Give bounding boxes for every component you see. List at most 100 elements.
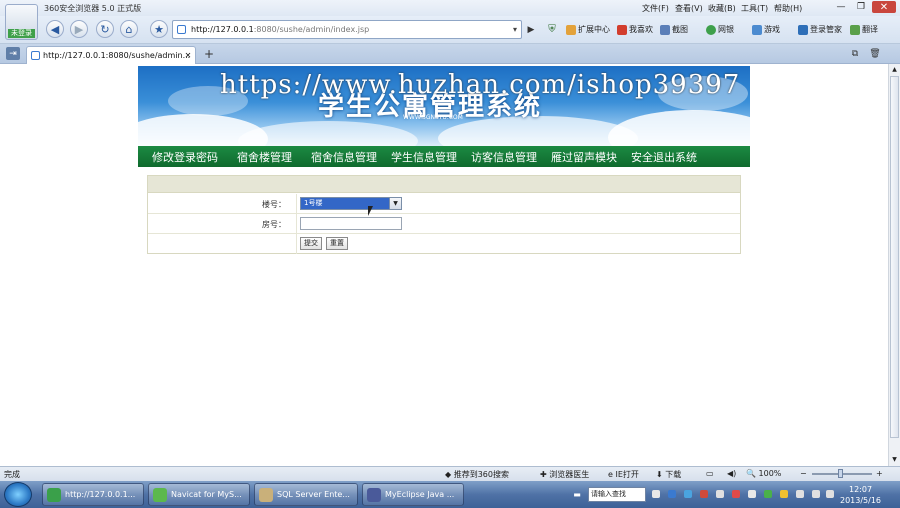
- tray-icon-6[interactable]: [732, 490, 740, 498]
- tab-label: http://127.0.0.1:8080/sushe/admin...: [43, 51, 191, 60]
- tray-icon-8[interactable]: [764, 490, 772, 498]
- toolbar-screenshot[interactable]: 截图: [660, 24, 688, 35]
- tray-icon-1[interactable]: [652, 490, 660, 498]
- close-tab-icon[interactable]: ✕: [183, 50, 193, 60]
- heart-icon: [617, 24, 627, 35]
- navicat-icon: [153, 487, 167, 502]
- menu-tools[interactable]: 工具(T): [741, 3, 768, 14]
- toolbar-bank[interactable]: 网银: [706, 24, 734, 35]
- submit-button[interactable]: 提交: [300, 237, 322, 250]
- shield-icon[interactable]: ⛨: [544, 21, 560, 38]
- address-text: http://127.0.0.1:8080/sushe/admin/index.…: [191, 25, 370, 34]
- scroll-thumb[interactable]: [890, 76, 899, 438]
- forward-icon[interactable]: ▶: [70, 20, 88, 38]
- new-tab-icon[interactable]: +: [202, 47, 216, 61]
- nav-building-management[interactable]: 宿舍楼管理: [225, 149, 299, 165]
- tray-icon-5[interactable]: [716, 490, 724, 498]
- toolbar-games[interactable]: 游戏: [752, 24, 780, 35]
- nav-change-password[interactable]: 修改登录密码: [138, 149, 225, 165]
- address-dropdown-icon[interactable]: ▾: [509, 23, 521, 36]
- menu-help[interactable]: 帮助(H): [774, 3, 802, 14]
- flag-icon[interactable]: [812, 490, 820, 498]
- tray-search-input[interactable]: 请输入查找: [588, 487, 646, 502]
- task-sql-server[interactable]: SQL Server Ente...: [254, 483, 358, 506]
- scroll-down-icon[interactable]: ▼: [889, 454, 900, 464]
- status-browser-doctor[interactable]: ✚ 浏览器医生: [540, 469, 589, 480]
- nav-message-board[interactable]: 雁过留声模块: [544, 149, 624, 165]
- chevron-down-icon[interactable]: ▼: [389, 198, 401, 209]
- menu-favorites[interactable]: 收藏(B): [708, 3, 736, 14]
- translate-icon: [850, 24, 860, 35]
- zoom-out-icon[interactable]: −: [800, 469, 807, 478]
- room-form: 楼号： 1号楼 ▼ 房号： 提交 重置: [147, 175, 741, 254]
- tray-icon-2[interactable]: [668, 490, 676, 498]
- keyboard-icon[interactable]: ▬: [572, 489, 582, 499]
- status-volume-icon[interactable]: ◀): [727, 469, 736, 478]
- back-icon[interactable]: ◀: [46, 20, 64, 38]
- sql-server-icon: [259, 487, 273, 502]
- tray-icon-3[interactable]: [684, 490, 692, 498]
- watermark-text: https://www.huzhan.com/ishop39397: [220, 70, 741, 100]
- restore-icon[interactable]: ❐: [852, 1, 870, 13]
- tray-icon-4[interactable]: [700, 490, 708, 498]
- taskbar-clock[interactable]: 12:07 2013/5/16: [840, 484, 881, 506]
- task-myeclipse[interactable]: MyEclipse Java ...: [362, 483, 464, 506]
- minimize-icon[interactable]: —: [832, 1, 850, 13]
- toolbar-favorites[interactable]: 我喜欢: [617, 24, 653, 35]
- login-status-label: 未登录: [8, 29, 35, 38]
- menu-file[interactable]: 文件(F): [642, 3, 669, 14]
- zoom-in-icon[interactable]: +: [876, 469, 883, 478]
- form-header: [148, 176, 740, 193]
- myeclipse-icon: [367, 487, 381, 502]
- volume-icon[interactable]: [826, 490, 834, 498]
- mouse-cursor-icon: [368, 206, 378, 216]
- scissors-icon: [660, 24, 670, 35]
- status-download[interactable]: ⬇ 下载: [656, 469, 681, 480]
- trash-icon[interactable]: 🗑: [868, 47, 882, 60]
- status-monitor-icon[interactable]: ▭: [706, 469, 714, 478]
- room-label: 房号：: [262, 220, 286, 229]
- network-icon[interactable]: [796, 490, 804, 498]
- toolbar-translate[interactable]: 翻译: [850, 24, 878, 35]
- toolbar-login-manager[interactable]: 登录管家: [798, 24, 842, 35]
- tab-list-icon[interactable]: ⧉: [848, 47, 862, 60]
- status-text: 完成: [4, 470, 20, 479]
- reset-button[interactable]: 重置: [326, 237, 348, 250]
- page-icon: [177, 25, 186, 34]
- game-icon: [752, 24, 762, 35]
- zoom-slider-handle[interactable]: [838, 469, 843, 478]
- close-window-icon[interactable]: ✕: [872, 1, 896, 13]
- nav-visitor-management[interactable]: 访客信息管理: [464, 149, 544, 165]
- tray-icon-9[interactable]: [780, 490, 788, 498]
- toolbar-extensions[interactable]: 扩展中心: [566, 24, 610, 35]
- scroll-up-icon[interactable]: ▲: [889, 64, 900, 74]
- status-bar: 完成 ◆ 推荐到360搜索 ✚ 浏览器医生 e IE打开 ⬇ 下载 ▭ ◀) 🔍…: [0, 466, 900, 481]
- task-browser[interactable]: http://127.0.0.1...: [42, 483, 144, 506]
- room-input[interactable]: [300, 217, 402, 230]
- refresh-icon[interactable]: ↻: [96, 20, 114, 38]
- form-row-actions: 提交 重置: [148, 234, 740, 254]
- tray-icon-7[interactable]: [748, 490, 756, 498]
- nav-logout[interactable]: 安全退出系统: [624, 149, 704, 165]
- building-label: 楼号：: [262, 200, 286, 209]
- building-select[interactable]: 1号楼 ▼: [300, 197, 402, 210]
- go-icon[interactable]: ▶: [524, 21, 538, 38]
- tab-active[interactable]: http://127.0.0.1:8080/sushe/admin... ✕: [26, 46, 196, 64]
- favorite-star-icon[interactable]: ★: [150, 20, 168, 38]
- start-button[interactable]: [4, 482, 32, 507]
- browser-icon: [47, 487, 61, 502]
- status-zoom[interactable]: 🔍 100%: [746, 469, 781, 478]
- nav-dorm-management[interactable]: 宿舍信息管理: [299, 149, 384, 165]
- task-navicat[interactable]: Navicat for MyS...: [148, 483, 250, 506]
- home-icon[interactable]: ⌂: [120, 20, 138, 38]
- status-recommend-search[interactable]: ◆ 推荐到360搜索: [445, 469, 509, 480]
- extension-icon: [566, 24, 576, 35]
- menu-view[interactable]: 查看(V): [675, 3, 703, 14]
- sidebar-toggle-icon[interactable]: ⇥: [6, 47, 20, 60]
- address-bar[interactable]: http://127.0.0.1:8080/sushe/admin/index.…: [172, 20, 522, 39]
- nav-student-management[interactable]: 学生信息管理: [384, 149, 464, 165]
- user-avatar[interactable]: 未登录: [5, 4, 38, 40]
- status-open-ie[interactable]: e IE打开: [608, 469, 639, 480]
- vertical-scrollbar[interactable]: ▲ ▼: [888, 64, 900, 466]
- key-icon: [798, 24, 808, 35]
